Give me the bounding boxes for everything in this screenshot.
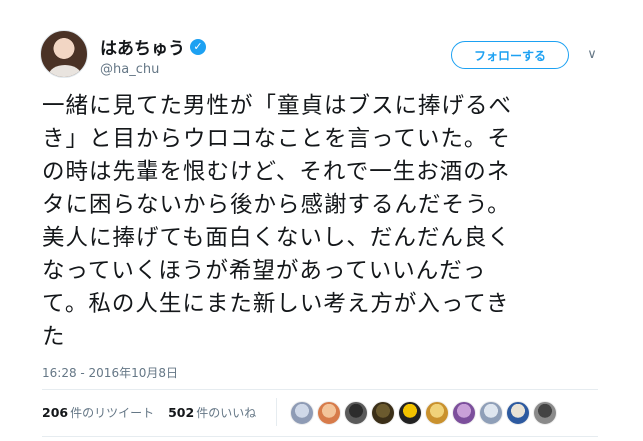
liker-avatar[interactable] <box>290 401 314 425</box>
tweet-text-line: て。私の人生にまた新しい考え方が入ってき <box>42 291 510 317</box>
tweet-text-line: の時は先輩を恨むけど、それで一生お酒のネ <box>42 159 511 185</box>
liker-avatar[interactable] <box>398 401 422 425</box>
liker-avatar[interactable] <box>452 401 476 425</box>
tweet-text-line: タに困らないから後から感謝するんだそう。 <box>42 192 511 218</box>
tweet-timestamp[interactable]: 16:28 - 2016年10月8日 <box>42 364 178 381</box>
retweet-stat[interactable]: 206 件のリツイート <box>42 404 154 421</box>
divider <box>42 436 598 437</box>
display-name[interactable]: はあちゅう <box>100 34 185 59</box>
tweet-text-line: 美人に捧げても面白くないし、だんだん良く <box>42 225 511 251</box>
tweet-text-line: き」と目からウロコなことを言っていた。そ <box>42 126 511 152</box>
liker-avatar[interactable] <box>533 401 557 425</box>
display-name-row: はあちゅう ✓ <box>100 34 206 59</box>
liker-avatar[interactable] <box>317 401 341 425</box>
tweet-card: はあちゅう ✓ @ha_chu フォローする ∨ 一緒に見てた男性が「童貞はブス… <box>0 0 643 441</box>
divider <box>42 389 598 390</box>
tweet-text-line: た <box>42 324 66 350</box>
liker-avatars <box>290 401 557 425</box>
stats-divider <box>276 398 277 426</box>
tweet-text-line: なっていくほうが希望があっていいんだっ <box>42 258 487 284</box>
liker-avatar[interactable] <box>371 401 395 425</box>
liker-avatar[interactable] <box>506 401 530 425</box>
follow-button[interactable]: フォローする <box>451 41 569 69</box>
retweet-count: 206 <box>42 405 69 420</box>
user-avatar[interactable] <box>40 30 88 78</box>
liker-avatar[interactable] <box>425 401 449 425</box>
like-label: 件のいいね <box>196 406 257 420</box>
like-count: 502 <box>168 405 195 420</box>
tweet-text: 一緒に見てた男性が「童貞はブスに捧げるべ き」と目からウロコなことを言っていた。… <box>42 90 632 354</box>
verified-badge-icon: ✓ <box>190 38 206 55</box>
retweet-label: 件のリツイート <box>70 406 155 420</box>
user-info: はあちゅう ✓ @ha_chu <box>100 34 206 77</box>
liker-avatar[interactable] <box>344 401 368 425</box>
liker-avatar[interactable] <box>479 401 503 425</box>
chevron-down-icon[interactable]: ∨ <box>582 45 602 65</box>
screen-name[interactable]: @ha_chu <box>100 62 206 77</box>
like-stat[interactable]: 502 件のいいね <box>168 404 256 421</box>
tweet-text-line: 一緒に見てた男性が「童貞はブスに捧げるべ <box>42 93 513 119</box>
tweet-stats: 206 件のリツイート 502 件のいいね <box>42 404 256 421</box>
